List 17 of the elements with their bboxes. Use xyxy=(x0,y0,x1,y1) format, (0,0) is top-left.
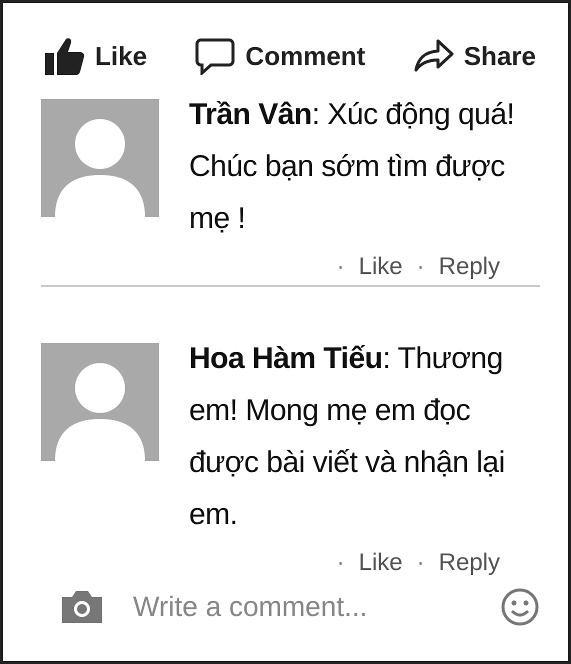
comment-link[interactable]: Like xyxy=(358,253,403,281)
action-button[interactable]: Share xyxy=(410,33,540,79)
action-button[interactable]: Like xyxy=(41,33,152,79)
camera-icon xyxy=(59,590,105,624)
separator-dot: · xyxy=(336,549,345,577)
comment-link[interactable]: Reply xyxy=(438,253,500,281)
smiley-icon[interactable] xyxy=(500,587,540,627)
comment-text: Hoa Hàm Tiếu: Thương em! Mong mẹ em đọc được bài viết và nhận lại em. xyxy=(189,341,506,533)
action-button[interactable]: Comment xyxy=(191,33,370,79)
thumbs-up-icon xyxy=(45,37,85,75)
comment-link[interactable]: Reply xyxy=(438,549,500,577)
separator-dot: · xyxy=(416,549,425,577)
speech-bubble-icon xyxy=(195,37,236,75)
comment-link[interactable]: Like xyxy=(358,549,403,577)
comment-text: Trần Vân: Xúc động quá! Chúc bạn sớm tìm được mẹ ! xyxy=(189,97,516,237)
separator-dot: · xyxy=(336,253,345,281)
separator-dot: · xyxy=(416,253,425,281)
